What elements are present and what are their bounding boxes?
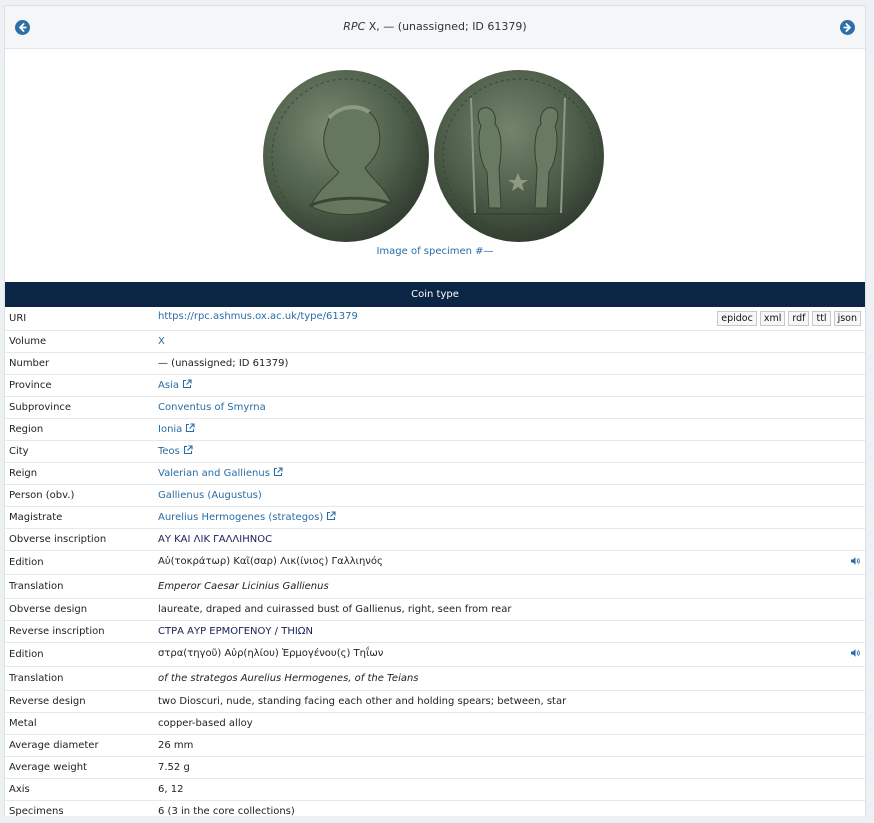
province-link[interactable]: Asia bbox=[158, 380, 179, 391]
row-label: Magistrate bbox=[5, 506, 148, 529]
specimen-image-area: Image of specimen #— bbox=[5, 49, 865, 282]
row-label: URI bbox=[5, 307, 148, 331]
row-label: Translation bbox=[5, 574, 148, 599]
row-label: Province bbox=[5, 374, 148, 397]
magistrate-link[interactable]: Aurelius Hermogenes (strategos) bbox=[158, 512, 323, 523]
axis-value: 6, 12 bbox=[148, 778, 865, 801]
row-label: Specimens bbox=[5, 800, 148, 823]
external-link-icon[interactable] bbox=[326, 511, 336, 524]
table-row: City Teos bbox=[5, 440, 865, 463]
external-link-icon[interactable] bbox=[185, 423, 195, 436]
uri-link[interactable]: https://rpc.ashmus.ox.ac.uk/type/61379 bbox=[158, 311, 358, 322]
table-row: Translation Emperor Caesar Licinius Gall… bbox=[5, 574, 865, 599]
reverse-inscription-value: ϹΤΡΑ ΑΥΡ ΕΡΜΟΓΕΝΟΥ / ΤΗΙΩΝ bbox=[148, 620, 865, 643]
row-label: Volume bbox=[5, 330, 148, 353]
row-label: Subprovince bbox=[5, 396, 148, 419]
table-row: Edition στρα(τηγοῦ) Αὐρ(ηλίου) Ἑρμογένου… bbox=[5, 642, 865, 667]
table-row: Average diameter 26 mm bbox=[5, 734, 865, 757]
external-link-icon[interactable] bbox=[182, 379, 192, 392]
speaker-icon[interactable] bbox=[850, 648, 861, 661]
row-label: Average diameter bbox=[5, 734, 148, 757]
table-row: Reverse inscription ϹΤΡΑ ΑΥΡ ΕΡΜΟΓΕΝΟΥ /… bbox=[5, 620, 865, 643]
table-row: URI https://rpc.ashmus.ox.ac.uk/type/613… bbox=[5, 307, 865, 331]
table-row: Reign Valerian and Gallienus bbox=[5, 462, 865, 485]
external-link-icon[interactable] bbox=[183, 445, 193, 458]
record-header: RPC X, — (unassigned; ID 61379) bbox=[5, 6, 865, 49]
table-row: Province Asia bbox=[5, 374, 865, 397]
table-row: Reverse design two Dioscuri, nude, stand… bbox=[5, 690, 865, 713]
coin-type-heading: Coin type bbox=[5, 282, 865, 307]
table-row: Volume X bbox=[5, 330, 865, 353]
coin-type-table: URI https://rpc.ashmus.ox.ac.uk/type/613… bbox=[5, 307, 865, 823]
arrow-right-circle-icon bbox=[843, 23, 851, 32]
coin-record-panel: RPC X, — (unassigned; ID 61379) Image of… bbox=[4, 5, 866, 823]
city-link[interactable]: Teos bbox=[158, 446, 180, 457]
specimens-value: 6 (3 in the core collections) bbox=[148, 800, 865, 823]
table-row: Obverse design laureate, draped and cuir… bbox=[5, 598, 865, 621]
row-label: Person (obv.) bbox=[5, 484, 148, 507]
weight-value: 7.52 g bbox=[148, 756, 865, 779]
metal-value: copper-based alloy bbox=[148, 712, 865, 735]
region-link[interactable]: Ionia bbox=[158, 424, 182, 435]
json-button[interactable]: json bbox=[833, 311, 861, 326]
obverse-inscription-value: ΑΥ ΚΑΙ ΛΙΚ ΓΑΛΛΙΗΝΟϹ bbox=[148, 528, 865, 551]
volume-link[interactable]: X bbox=[158, 336, 165, 347]
row-label: Reign bbox=[5, 462, 148, 485]
row-label: Reverse inscription bbox=[5, 620, 148, 643]
table-row: Average weight 7.52 g bbox=[5, 756, 865, 779]
next-record-button[interactable] bbox=[840, 20, 855, 35]
ttl-button[interactable]: ttl bbox=[812, 311, 831, 326]
person-link[interactable]: Gallienus (Augustus) bbox=[158, 490, 262, 501]
table-row: Metal copper-based alloy bbox=[5, 712, 865, 735]
table-row: Subprovince Conventus of Smyrna bbox=[5, 396, 865, 419]
export-formats: epidoc xml rdf ttl json bbox=[714, 311, 861, 326]
row-label: Metal bbox=[5, 712, 148, 735]
rdf-button[interactable]: rdf bbox=[788, 311, 810, 326]
table-row: Obverse inscription ΑΥ ΚΑΙ ΛΙΚ ΓΑΛΛΙΗΝΟϹ bbox=[5, 528, 865, 551]
page-title: RPC X, — (unassigned; ID 61379) bbox=[5, 6, 865, 48]
row-label: Edition bbox=[5, 642, 148, 667]
reverse-edition-value: στρα(τηγοῦ) Αὐρ(ηλίου) Ἑρμογένου(ς) Τηΐω… bbox=[158, 648, 384, 659]
row-label: Translation bbox=[5, 666, 148, 691]
number-value: — (unassigned; ID 61379) bbox=[148, 352, 865, 375]
reign-link[interactable]: Valerian and Gallienus bbox=[158, 468, 270, 479]
row-label: Reverse design bbox=[5, 690, 148, 713]
row-label: Obverse design bbox=[5, 598, 148, 621]
title-prefix: RPC bbox=[343, 20, 366, 33]
epidoc-button[interactable]: epidoc bbox=[717, 311, 757, 326]
table-row: Magistrate Aurelius Hermogenes (stratego… bbox=[5, 506, 865, 529]
row-label: Edition bbox=[5, 550, 148, 575]
coin-illustration bbox=[263, 70, 604, 242]
row-label: Region bbox=[5, 418, 148, 441]
xml-button[interactable]: xml bbox=[759, 311, 786, 326]
reverse-design-value: two Dioscuri, nude, standing facing each… bbox=[148, 690, 865, 713]
obverse-edition-value: Αὐ(τοκράτωρ) Καῖ(σαρ) Λικ(ίνιος) Γαλλιην… bbox=[158, 556, 383, 567]
table-row: Axis 6, 12 bbox=[5, 778, 865, 801]
row-label: Axis bbox=[5, 778, 148, 801]
row-label: City bbox=[5, 440, 148, 463]
table-row: Number — (unassigned; ID 61379) bbox=[5, 352, 865, 375]
reverse-translation-value: of the strategos Aurelius Hermogenes, of… bbox=[148, 666, 865, 691]
obverse-translation-value: Emperor Caesar Licinius Gallienus bbox=[148, 574, 865, 599]
speaker-icon[interactable] bbox=[850, 556, 861, 569]
table-row: Translation of the strategos Aurelius He… bbox=[5, 666, 865, 691]
external-link-icon[interactable] bbox=[273, 467, 283, 480]
row-label: Number bbox=[5, 352, 148, 375]
row-label: Obverse inscription bbox=[5, 528, 148, 551]
table-row: Person (obv.) Gallienus (Augustus) bbox=[5, 484, 865, 507]
title-text: X, — (unassigned; ID 61379) bbox=[365, 20, 527, 33]
specimen-image[interactable] bbox=[261, 68, 606, 244]
table-row: Specimens 6 (3 in the core collections) bbox=[5, 800, 865, 823]
image-caption-link[interactable]: Image of specimen #— bbox=[5, 246, 865, 257]
subprovince-link[interactable]: Conventus of Smyrna bbox=[158, 402, 266, 413]
table-row: Edition Αὐ(τοκράτωρ) Καῖ(σαρ) Λικ(ίνιος)… bbox=[5, 550, 865, 575]
table-row: Region Ionia bbox=[5, 418, 865, 441]
diameter-value: 26 mm bbox=[148, 734, 865, 757]
obverse-design-value: laureate, draped and cuirassed bust of G… bbox=[148, 598, 865, 621]
reverse-coin bbox=[434, 70, 604, 242]
row-label: Average weight bbox=[5, 756, 148, 779]
obverse-coin bbox=[263, 70, 429, 242]
